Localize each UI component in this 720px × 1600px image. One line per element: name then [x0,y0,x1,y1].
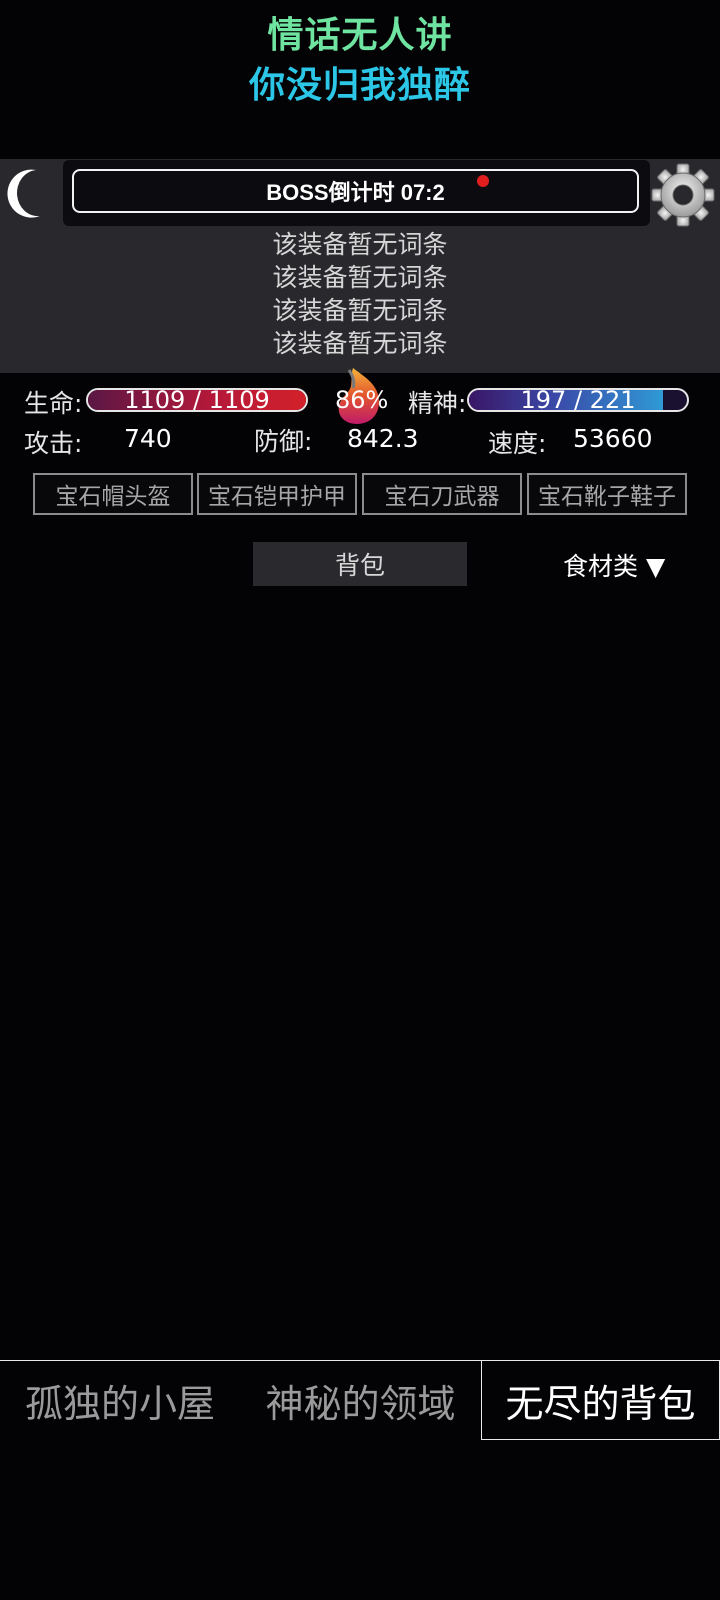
percent-indicator: 86% [335,386,389,414]
bottom-nav: 孤独的小屋 神秘的领域 无尽的背包 [0,1360,720,1440]
notification-dot [477,175,489,187]
gem-helmet-button[interactable]: 宝石帽头盔 [33,473,193,515]
crescent-moon-icon[interactable] [6,166,46,220]
def-value: 842.3 [347,424,419,453]
gear-icon[interactable] [650,162,716,228]
sp-bar: 197 / 221 [467,388,689,412]
sp-label: 精神: [408,389,467,418]
nav-item-bag[interactable]: 无尽的背包 [481,1360,720,1440]
boss-countdown: BOSS倒计时 07:2 [72,169,639,213]
lyric-line-1: 情话无人讲 [267,15,453,56]
bag-tab[interactable]: 背包 [253,542,467,586]
atk-value: 740 [124,424,172,453]
category-dropdown[interactable]: 食材类 ▼ [563,547,665,583]
affix-line: 该装备暂无词条 [272,230,448,259]
hp-value: 1109 / 1109 [124,388,270,412]
nav-item-domain[interactable]: 神秘的领域 [240,1360,481,1440]
affix-line: 该装备暂无词条 [272,329,448,358]
affix-line: 该装备暂无词条 [272,263,448,292]
affix-line: 该装备暂无词条 [272,296,448,325]
gem-weapon-button[interactable]: 宝石刀武器 [362,473,522,515]
nav-item-cabin[interactable]: 孤独的小屋 [0,1360,240,1440]
atk-label: 攻击: [24,429,83,458]
hp-label: 生命: [24,389,83,418]
def-label: 防御: [254,427,313,456]
sp-value: 197 / 221 [520,388,636,412]
affix-list: 该装备暂无词条 该装备暂无词条 该装备暂无词条 该装备暂无词条 [0,228,720,360]
gem-armor-button[interactable]: 宝石铠甲护甲 [197,473,357,515]
lyric-line-2: 你没归我独醉 [248,65,471,106]
spd-label: 速度: [488,429,547,458]
gem-boots-button[interactable]: 宝石靴子鞋子 [527,473,687,515]
spd-value: 53660 [573,424,653,453]
hp-bar: 1109 / 1109 [86,388,308,412]
